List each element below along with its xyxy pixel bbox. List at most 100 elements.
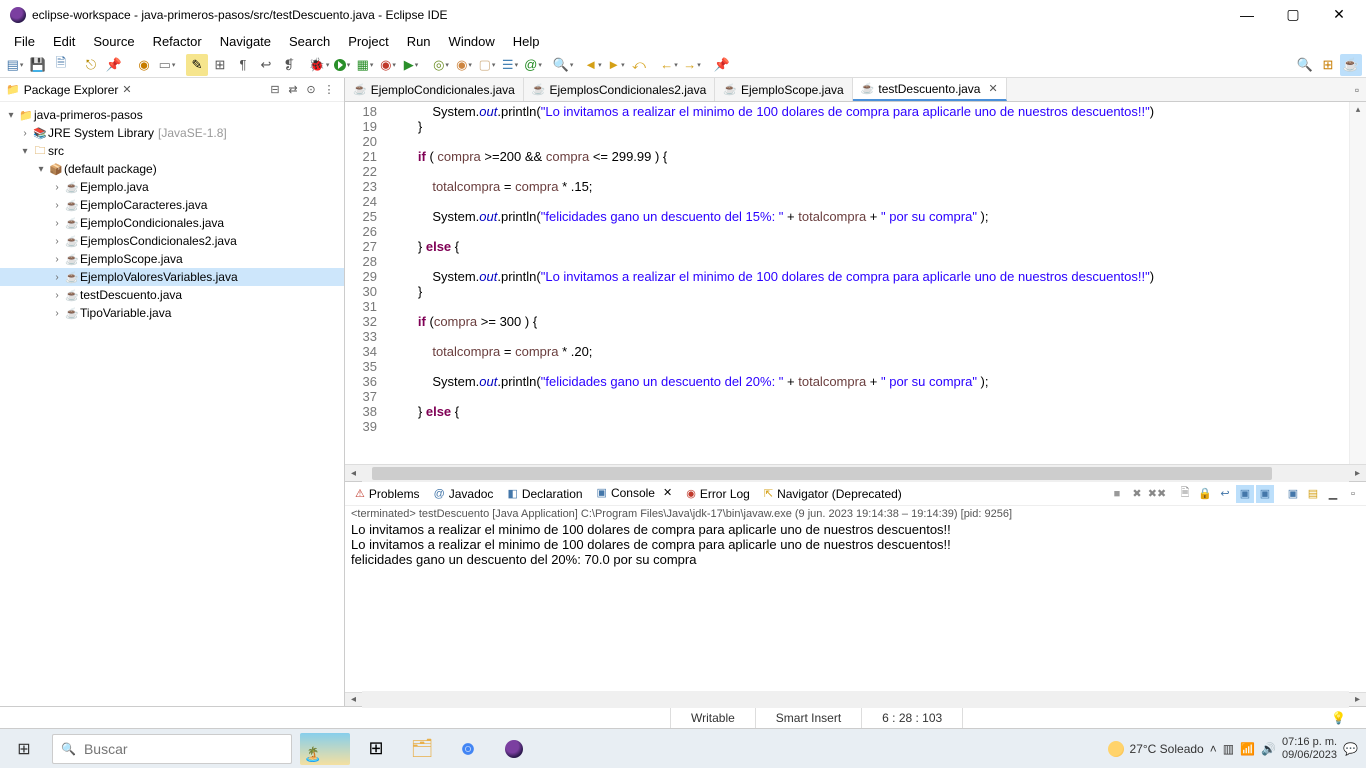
src-node[interactable]: ▾🗀 src (0, 142, 344, 160)
tip-icon[interactable]: 💡 (1331, 711, 1346, 725)
clear-console-button[interactable]: 🗎 (1176, 485, 1194, 503)
toggle-button[interactable]: ⎋ (80, 54, 102, 76)
minimize-button[interactable]: — (1224, 0, 1270, 30)
tab-testdescuento[interactable]: ☕testDescuento.java✕ (853, 78, 1007, 101)
file-node[interactable]: ›☕TipoVariable.java (0, 304, 344, 322)
wrap-button[interactable]: ↩ (255, 54, 277, 76)
tab-javadoc[interactable]: @Javadoc (428, 482, 500, 505)
file-node[interactable]: ›☕EjemploScope.java (0, 250, 344, 268)
show-on-err-button[interactable]: ▣ (1256, 485, 1274, 503)
collapse-all-button[interactable]: ⊟ (266, 81, 284, 99)
forward-button[interactable]: → (681, 54, 703, 76)
file-node[interactable]: ›☕Ejemplo.java (0, 178, 344, 196)
menu-project[interactable]: Project (340, 32, 396, 51)
battery-icon[interactable]: ▥ (1223, 742, 1234, 756)
maximize-editor-button[interactable]: ▫ (1348, 78, 1366, 101)
tab-declaration[interactable]: ◧Declaration (501, 482, 588, 505)
weather-text[interactable]: 27°C Soleado (1130, 742, 1204, 756)
console-output[interactable]: Lo invitamos a realizar el minimo de 100… (345, 522, 1366, 692)
whitespace-button[interactable]: ¶ (232, 54, 254, 76)
tray-chevron-icon[interactable]: ˄ (1210, 742, 1217, 756)
volume-icon[interactable]: 🔊 (1261, 742, 1276, 756)
clock[interactable]: 07:16 p. m. 09/06/2023 (1282, 736, 1337, 762)
horizontal-scrollbar[interactable]: ◂▸ (345, 464, 1366, 481)
new-annotation-button[interactable]: @ (522, 54, 544, 76)
search-toolbar-button[interactable]: 🔍 (552, 54, 574, 76)
vertical-scrollbar[interactable]: ▴ (1349, 102, 1366, 464)
jre-node[interactable]: ›📚 JRE System Library [JavaSE-1.8] (0, 124, 344, 142)
link-editor-button[interactable]: ⇄ (284, 81, 302, 99)
mark-button[interactable]: ✎ (186, 54, 208, 76)
debug-button[interactable]: 🐞 (308, 54, 330, 76)
menu-refactor[interactable]: Refactor (145, 32, 210, 51)
package-node[interactable]: ▾📦 (default package) (0, 160, 344, 178)
tab-navigator[interactable]: ⇱Navigator (Deprecated) (758, 482, 908, 505)
word-wrap-button[interactable]: ↩ (1216, 485, 1234, 503)
scroll-lock-button[interactable]: 🔒 (1196, 485, 1214, 503)
remove-launch-button[interactable]: ✖ (1128, 485, 1146, 503)
file-explorer-button[interactable]: 🗂 (402, 729, 442, 769)
pin-editor-button[interactable]: 📌 (711, 54, 733, 76)
open-type-button[interactable]: ◉ (133, 54, 155, 76)
remove-all-button[interactable]: ✖✖ (1148, 485, 1166, 503)
open-console-button[interactable]: ▤ (1304, 485, 1322, 503)
save-button[interactable]: 💾 (27, 54, 49, 76)
menu-file[interactable]: File (6, 32, 43, 51)
tab-errorlog[interactable]: ◉Error Log (680, 482, 756, 505)
tab-console[interactable]: ▣Console✕ (591, 482, 679, 505)
file-node[interactable]: ›☕EjemploCaracteres.java (0, 196, 344, 214)
last-edit-button[interactable]: ⤺ (628, 54, 650, 76)
code-editor[interactable]: 18 19 20 21 22 23 24 25 26 27 28 29 30 3… (345, 102, 1366, 464)
menu-run[interactable]: Run (399, 32, 439, 51)
tab-ejemploscope[interactable]: ☕EjemploScope.java (715, 78, 852, 101)
new-file-button[interactable]: ☰ (499, 54, 521, 76)
java-perspective-button[interactable]: ☕ (1340, 54, 1362, 76)
next-annotation-button[interactable]: ► (605, 54, 627, 76)
taskbar-search[interactable]: 🔍 (52, 734, 292, 764)
file-node[interactable]: ›☕EjemploValoresVariables.java (0, 268, 344, 286)
back-button[interactable]: ← (658, 54, 680, 76)
chrome-button[interactable] (448, 729, 488, 769)
block-select-button[interactable]: ⊞ (209, 54, 231, 76)
close-button[interactable]: ✕ (1316, 0, 1362, 30)
file-node[interactable]: ›☕EjemploCondicionales.java (0, 214, 344, 232)
show-on-out-button[interactable]: ▣ (1236, 485, 1254, 503)
menu-search[interactable]: Search (281, 32, 338, 51)
notifications-icon[interactable]: 💬 (1343, 742, 1358, 756)
coverage-button[interactable]: ▦ (354, 54, 376, 76)
new-folder-button[interactable]: ▢ (476, 54, 498, 76)
wifi-icon[interactable]: 📶 (1240, 742, 1255, 756)
close-tab-icon[interactable]: ✕ (988, 82, 997, 95)
close-view-button[interactable]: ✕ (122, 83, 131, 96)
widgets-button[interactable]: 🏝️ (300, 733, 350, 765)
project-node[interactable]: ▾📁 java-primeros-pasos (0, 106, 344, 124)
task-view-button[interactable]: ⊞ (356, 729, 396, 769)
tab-problems[interactable]: ⚠Problems (349, 482, 426, 505)
minimize-panel-button[interactable]: ▁ (1324, 485, 1342, 503)
view-menu-button[interactable]: ⋮ (320, 81, 338, 99)
focus-task-button[interactable]: ⊙ (302, 81, 320, 99)
eclipse-button[interactable] (494, 729, 534, 769)
menu-edit[interactable]: Edit (45, 32, 83, 51)
search-input[interactable] (84, 741, 291, 757)
run-last-button[interactable]: ◉ (377, 54, 399, 76)
ext-tools-button[interactable]: ▶ (400, 54, 422, 76)
file-node[interactable]: ›☕EjemplosCondicionales2.java (0, 232, 344, 250)
close-console-icon[interactable]: ✕ (663, 486, 672, 499)
pin-button[interactable]: 📌 (103, 54, 125, 76)
prev-annotation-button[interactable]: ◄ (582, 54, 604, 76)
project-tree[interactable]: ▾📁 java-primeros-pasos ›📚 JRE System Lib… (0, 102, 344, 706)
console-scrollbar[interactable]: ◂▸ (345, 692, 1366, 706)
tab-ejemplocondicionales[interactable]: ☕EjemploCondicionales.java (345, 78, 524, 101)
maximize-panel-button[interactable]: ▫ (1344, 485, 1362, 503)
tab-ejemploscondicionales2[interactable]: ☕EjemplosCondicionales2.java (524, 78, 715, 101)
terminate-button[interactable]: ■ (1108, 485, 1126, 503)
quick-access-button[interactable]: 🔍 (1294, 54, 1316, 76)
new-class-button[interactable]: ◎ (430, 54, 452, 76)
file-node[interactable]: ›☕testDescuento.java (0, 286, 344, 304)
menu-window[interactable]: Window (441, 32, 503, 51)
new-button[interactable]: ▤ (4, 54, 26, 76)
display-console-button[interactable]: ▣ (1284, 485, 1302, 503)
menu-navigate[interactable]: Navigate (212, 32, 279, 51)
code-content[interactable]: System.out.println("Lo invitamos a reali… (383, 102, 1366, 464)
